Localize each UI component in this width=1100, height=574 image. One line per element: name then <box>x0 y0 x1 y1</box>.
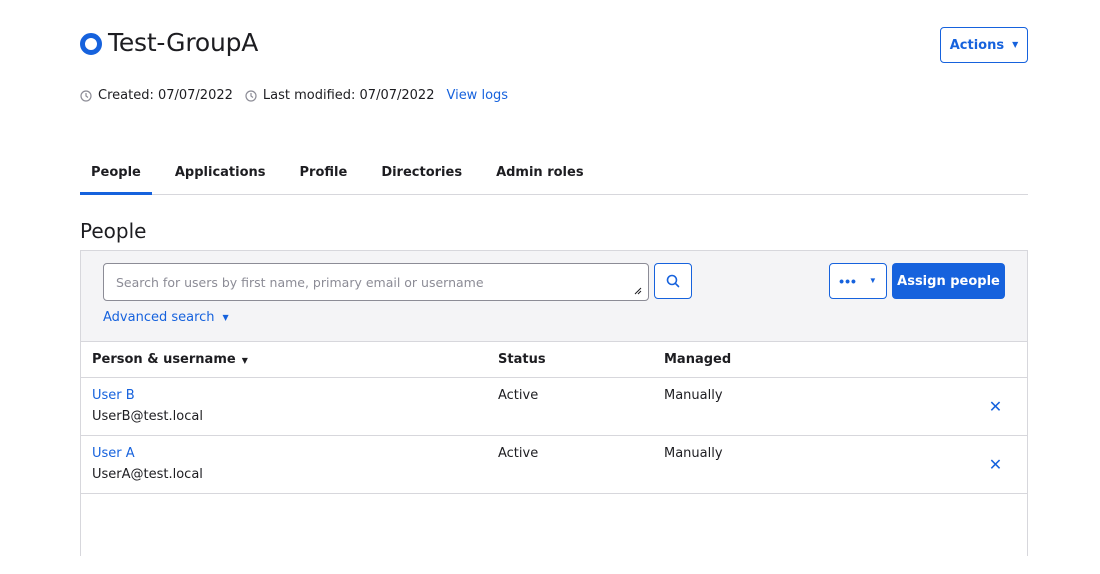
advanced-search-label: Advanced search <box>103 310 215 325</box>
caret-down-icon: ▼ <box>868 276 877 285</box>
created-info: Created: 07/07/2022 <box>80 88 233 103</box>
tab-profile[interactable]: Profile <box>289 158 359 195</box>
column-header-managed: Managed <box>664 342 964 378</box>
tab-directories[interactable]: Directories <box>370 158 473 195</box>
caret-down-icon: ▼ <box>1012 40 1019 49</box>
assign-people-button[interactable]: Assign people <box>892 263 1005 299</box>
close-icon[interactable]: ✕ <box>989 397 1002 416</box>
close-icon[interactable]: ✕ <box>989 455 1002 474</box>
user-name-link[interactable]: User A <box>92 446 498 461</box>
tab-admin-roles[interactable]: Admin roles <box>485 158 595 195</box>
more-icon: ••• <box>839 273 857 289</box>
status-cell: Active <box>498 377 664 436</box>
user-email: UserB@test.local <box>92 408 203 424</box>
table-row: User B UserB@test.local Active Manually … <box>81 377 1027 436</box>
actions-button-label: Actions <box>949 37 1005 53</box>
caret-down-icon: ▼ <box>222 312 229 322</box>
clock-icon <box>245 89 257 102</box>
people-panel: Advanced search ▼ ••• ▼ Assign people Pe… <box>80 250 1028 556</box>
person-cell: User B UserB@test.local <box>81 377 498 436</box>
column-header-remove <box>964 342 1027 378</box>
table-header-row: Person & username ▼ Status Managed <box>81 342 1027 378</box>
sort-caret-icon: ▼ <box>241 355 248 365</box>
resize-handle-icon[interactable] <box>634 287 642 295</box>
column-header-person[interactable]: Person & username ▼ <box>81 342 498 378</box>
tab-applications[interactable]: Applications <box>164 158 277 195</box>
remove-cell: ✕ <box>964 377 1027 436</box>
user-email: UserA@test.local <box>92 466 203 482</box>
remove-cell: ✕ <box>964 435 1027 494</box>
view-logs-link[interactable]: View logs <box>446 88 508 103</box>
tab-bar: People Applications Profile Directories … <box>80 158 1028 195</box>
search-icon <box>666 274 680 288</box>
user-name-link[interactable]: User B <box>92 388 498 403</box>
search-input[interactable] <box>104 264 648 300</box>
actions-button[interactable]: Actions ▼ <box>940 27 1028 63</box>
group-meta: Created: 07/07/2022 Last modified: 07/07… <box>80 88 508 103</box>
people-toolbar: Advanced search ▼ ••• ▼ Assign people <box>81 251 1027 342</box>
page-title: Test-GroupA <box>108 28 259 57</box>
managed-cell: Manually <box>664 435 964 494</box>
person-cell: User A UserA@test.local <box>81 435 498 494</box>
people-table: Person & username ▼ Status Managed User B… <box>81 342 1027 494</box>
group-ring-icon <box>80 33 102 55</box>
managed-cell: Manually <box>664 377 964 436</box>
tab-people[interactable]: People <box>80 158 152 195</box>
table-row: User A UserA@test.local Active Manually … <box>81 435 1027 494</box>
column-header-status: Status <box>498 342 664 378</box>
modified-date: Last modified: 07/07/2022 <box>262 88 435 103</box>
advanced-search-toggle[interactable]: Advanced search ▼ <box>103 310 229 325</box>
search-box <box>103 263 649 301</box>
modified-info: Last modified: 07/07/2022 <box>245 88 435 103</box>
search-button[interactable] <box>654 263 692 299</box>
status-cell: Active <box>498 435 664 494</box>
created-date: Created: 07/07/2022 <box>98 88 233 103</box>
section-title: People <box>80 219 147 243</box>
more-options-button[interactable]: ••• ▼ <box>829 263 887 299</box>
clock-icon <box>80 89 92 102</box>
